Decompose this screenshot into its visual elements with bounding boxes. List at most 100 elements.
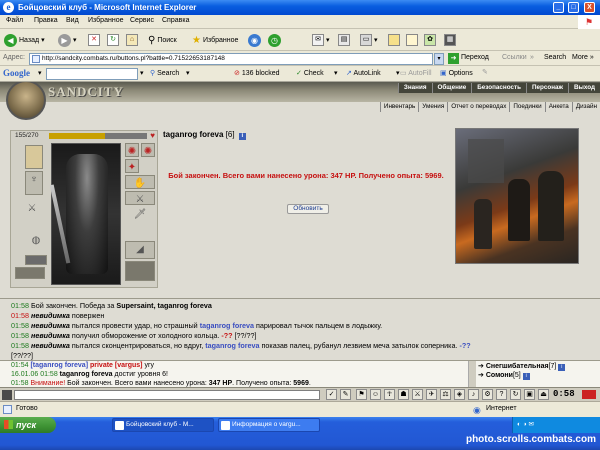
trade-icon[interactable]: ⚖	[440, 389, 451, 400]
menu-file[interactable]: Файл	[6, 17, 23, 24]
rune-slot-3[interactable]: ✦	[125, 159, 139, 173]
helmet-slot[interactable]	[25, 145, 43, 169]
filter-icon[interactable]: ⚑	[356, 389, 367, 400]
close-button[interactable]: X	[584, 2, 595, 13]
go-arrow-icon[interactable]: ➜	[448, 53, 459, 64]
google-search-input[interactable]	[46, 68, 138, 80]
highlight-pen-icon[interactable]: ✎	[482, 68, 488, 76]
clear-icon[interactable]: ✎	[340, 389, 351, 400]
player-ref[interactable]: taganrog foreva	[205, 341, 259, 350]
menu-edit[interactable]: Правка	[34, 17, 58, 24]
dagger-right-icon[interactable]: 🗡	[125, 207, 155, 237]
refresh-page-button[interactable]: ↻	[107, 32, 119, 48]
duel-icon[interactable]: ⚔	[412, 389, 423, 400]
google-search-dropdown-icon[interactable]: ▾	[140, 69, 144, 77]
menu-view[interactable]: Вид	[66, 17, 79, 24]
nav-profile[interactable]: Анкета	[544, 102, 572, 112]
group-icon[interactable]: ☗	[398, 389, 409, 400]
chat-input[interactable]	[14, 390, 320, 400]
sound-icon[interactable]: ♪	[468, 389, 479, 400]
back-button[interactable]: ◀ Назад ▾	[4, 32, 45, 48]
check-dropdown-icon[interactable]: ▾	[334, 69, 338, 77]
search-toolbar-button[interactable]: ⚲ Поиск	[148, 32, 177, 48]
nav-inventory[interactable]: Инвентарь	[379, 102, 418, 112]
player-ref[interactable]: -??	[459, 341, 470, 350]
smile-icon[interactable]: ☺	[370, 389, 381, 400]
home-button[interactable]: ⌂	[126, 32, 138, 48]
links-expand-icon[interactable]: »	[530, 54, 534, 61]
exit-chat-icon[interactable]: ⏏	[538, 389, 549, 400]
taskbar-item-info[interactable]: Информация о vargu...	[218, 418, 320, 432]
armor-icon[interactable]: ◍	[25, 233, 47, 253]
favorites-button[interactable]: ★ Избранное	[192, 32, 238, 48]
window-icon[interactable]: ▣	[524, 389, 535, 400]
nav-security[interactable]: Безопасность	[471, 83, 526, 93]
forward-button[interactable]: ▶ ▾	[58, 32, 77, 48]
nav-design[interactable]: Дизайн	[571, 102, 600, 112]
send-icon[interactable]: ✓	[326, 389, 337, 400]
nav-character[interactable]: Персонаж	[525, 83, 568, 93]
nav-knowledge[interactable]: Знания	[397, 83, 432, 93]
tray-icons[interactable]: ◐ ◑ ✉	[517, 421, 534, 428]
player-ref[interactable]: taganrog foreva	[200, 321, 254, 330]
gloves-slot[interactable]: ✋	[125, 175, 155, 189]
bag-icon[interactable]: ◈	[454, 389, 465, 400]
popup-blocker-button[interactable]: ⊘ 136 blocked	[234, 69, 280, 77]
links-label[interactable]: Ссылки	[502, 54, 527, 61]
autolink-button[interactable]: ↗ AutoLink	[346, 69, 381, 77]
nav-transfer-report[interactable]: Отчет о переводах	[447, 102, 509, 112]
media-button[interactable]: ◉	[248, 32, 261, 48]
sword-left-icon[interactable]: ⚔	[17, 201, 47, 231]
player-ref[interactable]: [taganrog foreva]	[30, 362, 90, 369]
google-menu-icon[interactable]: ▾	[38, 69, 42, 77]
boots-slot[interactable]: ◢	[125, 241, 155, 259]
nav-communication[interactable]: Общение	[431, 83, 472, 93]
taskbar-item-combats[interactable]: Бойцовский клуб - M...	[112, 418, 214, 432]
weapon-slot[interactable]: ⚔	[125, 191, 155, 205]
refresh-button[interactable]: Обновить	[287, 204, 329, 214]
go-button[interactable]: Переход	[461, 54, 489, 61]
online-user[interactable]: ➔ Снегшибательная[7] i	[478, 362, 598, 371]
google-options-button[interactable]: ▣ Options	[440, 69, 473, 77]
refresh-chat-icon[interactable]: ↻	[510, 389, 521, 400]
bar-search-link[interactable]: Search	[544, 54, 566, 61]
nav-exit[interactable]: Выход	[567, 83, 600, 93]
address-dropdown-icon[interactable]: ▾	[434, 53, 444, 65]
stop-button[interactable]: ✕	[88, 32, 100, 48]
fighter-icon[interactable]: ☥	[384, 389, 395, 400]
extra-toolbar-button[interactable]: ▦	[444, 32, 456, 48]
empty-slot-bottom-left[interactable]	[15, 267, 45, 279]
menu-help[interactable]: Справка	[162, 17, 189, 24]
settings-icon[interactable]: ⚙	[482, 389, 493, 400]
belt-slot[interactable]	[25, 255, 47, 265]
nav-skills[interactable]: Умения	[418, 102, 447, 112]
messenger-button[interactable]: ✿	[424, 32, 436, 48]
google-logo[interactable]: Google	[3, 68, 30, 79]
chat-scrollbar[interactable]	[468, 361, 476, 387]
history-button[interactable]: ◷	[268, 32, 281, 48]
address-input[interactable]: http://sandcity.combats.ru/buttons.pl?ba…	[29, 53, 433, 65]
amulet-slot[interactable]: ♆	[25, 171, 43, 195]
map-icon[interactable]: ✈	[426, 389, 437, 400]
discuss-button[interactable]	[388, 32, 400, 48]
menu-favorites[interactable]: Избранное	[88, 17, 123, 24]
autofill-button[interactable]: ▭ AutoFill	[400, 69, 432, 77]
spellcheck-button[interactable]: ✓ Check	[296, 69, 324, 77]
menu-tools[interactable]: Сервис	[130, 17, 154, 24]
online-user[interactable]: ➔ Сомони[5] i	[478, 371, 598, 380]
start-button[interactable]: пуск	[0, 417, 56, 433]
research-button[interactable]	[406, 32, 418, 48]
help-icon[interactable]: ?	[496, 389, 507, 400]
google-search-button[interactable]: ⚲ Search	[150, 69, 179, 77]
bar-more-link[interactable]: More »	[572, 54, 594, 61]
character-avatar[interactable]	[49, 143, 121, 285]
rune-slot-1[interactable]: ✺	[125, 143, 139, 157]
maximize-button[interactable]: □	[568, 2, 579, 13]
google-options-dropdown-icon[interactable]: ▾	[186, 69, 190, 77]
mail-button[interactable]: ✉ ▾	[312, 32, 330, 48]
print-button[interactable]: ▤	[338, 32, 350, 48]
nav-duels[interactable]: Поединки	[509, 102, 544, 112]
rune-slot-2[interactable]: ✺	[141, 143, 155, 157]
minimize-button[interactable]: _	[553, 2, 564, 13]
player-name[interactable]: taganrog foreva	[163, 130, 223, 139]
